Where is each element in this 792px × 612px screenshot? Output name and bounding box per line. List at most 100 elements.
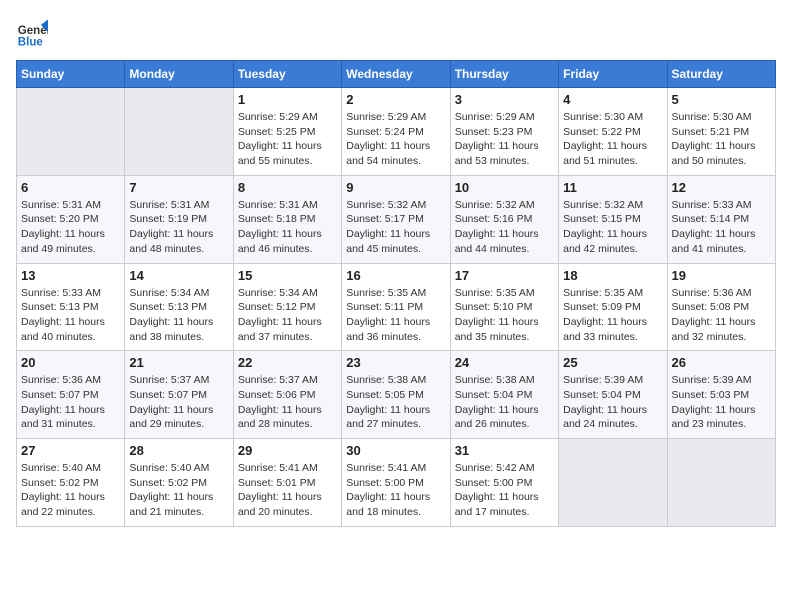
day-info: Sunrise: 5:31 AMSunset: 5:19 PMDaylight:… bbox=[129, 198, 228, 257]
col-header-friday: Friday bbox=[559, 61, 667, 88]
calendar-cell: 23 Sunrise: 5:38 AMSunset: 5:05 PMDayligh… bbox=[342, 351, 450, 439]
day-info: Sunrise: 5:42 AMSunset: 5:00 PMDaylight:… bbox=[455, 461, 554, 520]
calendar-cell: 9 Sunrise: 5:32 AMSunset: 5:17 PMDaylight… bbox=[342, 175, 450, 263]
calendar-week-2: 6 Sunrise: 5:31 AMSunset: 5:20 PMDaylight… bbox=[17, 175, 776, 263]
calendar-cell: 31 Sunrise: 5:42 AMSunset: 5:00 PMDayligh… bbox=[450, 439, 558, 527]
calendar-cell: 25Sunrise: 5:39 AMSunset: 5:04 PMDayligh… bbox=[559, 351, 667, 439]
calendar-cell bbox=[125, 88, 233, 176]
calendar-cell: 5 Sunrise: 5:30 AMSunset: 5:21 PMDaylight… bbox=[667, 88, 775, 176]
calendar-cell bbox=[17, 88, 125, 176]
day-info: Sunrise: 5:29 AMSunset: 5:25 PMDaylight:… bbox=[238, 110, 337, 169]
day-number: 6 bbox=[21, 180, 120, 195]
day-number: 5 bbox=[672, 92, 771, 107]
day-info: Sunrise: 5:39 AMSunset: 5:03 PMDaylight:… bbox=[672, 373, 771, 432]
day-number: 9 bbox=[346, 180, 445, 195]
col-header-tuesday: Tuesday bbox=[233, 61, 341, 88]
day-info: Sunrise: 5:36 AMSunset: 5:07 PMDaylight:… bbox=[21, 373, 120, 432]
day-info: Sunrise: 5:35 AMSunset: 5:09 PMDaylight:… bbox=[563, 286, 662, 345]
day-info: Sunrise: 5:40 AMSunset: 5:02 PMDaylight:… bbox=[21, 461, 120, 520]
day-number: 1 bbox=[238, 92, 337, 107]
day-info: Sunrise: 5:39 AMSunset: 5:04 PMDaylight:… bbox=[563, 373, 662, 432]
day-number: 18 bbox=[563, 268, 662, 283]
calendar-table: SundayMondayTuesdayWednesdayThursdayFrid… bbox=[16, 60, 776, 527]
calendar-cell: 12Sunrise: 5:33 AMSunset: 5:14 PMDayligh… bbox=[667, 175, 775, 263]
day-number: 13 bbox=[21, 268, 120, 283]
day-info: Sunrise: 5:35 AMSunset: 5:10 PMDaylight:… bbox=[455, 286, 554, 345]
day-number: 16 bbox=[346, 268, 445, 283]
day-number: 3 bbox=[455, 92, 554, 107]
calendar-cell: 29 Sunrise: 5:41 AMSunset: 5:01 PMDayligh… bbox=[233, 439, 341, 527]
calendar-cell bbox=[667, 439, 775, 527]
day-info: Sunrise: 5:41 AMSunset: 5:01 PMDaylight:… bbox=[238, 461, 337, 520]
day-number: 30 bbox=[346, 443, 445, 458]
day-number: 12 bbox=[672, 180, 771, 195]
calendar-week-1: 1 Sunrise: 5:29 AMSunset: 5:25 PMDaylight… bbox=[17, 88, 776, 176]
col-header-saturday: Saturday bbox=[667, 61, 775, 88]
calendar-cell: 13Sunrise: 5:33 AMSunset: 5:13 PMDayligh… bbox=[17, 263, 125, 351]
calendar-cell: 2 Sunrise: 5:29 AMSunset: 5:24 PMDaylight… bbox=[342, 88, 450, 176]
calendar-cell: 16 Sunrise: 5:35 AMSunset: 5:11 PMDayligh… bbox=[342, 263, 450, 351]
calendar-cell: 28Sunrise: 5:40 AMSunset: 5:02 PMDayligh… bbox=[125, 439, 233, 527]
day-info: Sunrise: 5:35 AMSunset: 5:11 PMDaylight:… bbox=[346, 286, 445, 345]
day-number: 24 bbox=[455, 355, 554, 370]
calendar-cell: 3Sunrise: 5:29 AMSunset: 5:23 PMDaylight… bbox=[450, 88, 558, 176]
col-header-monday: Monday bbox=[125, 61, 233, 88]
day-number: 27 bbox=[21, 443, 120, 458]
calendar-cell: 15 Sunrise: 5:34 AMSunset: 5:12 PMDayligh… bbox=[233, 263, 341, 351]
calendar-cell: 30 Sunrise: 5:41 AMSunset: 5:00 PMDayligh… bbox=[342, 439, 450, 527]
day-info: Sunrise: 5:32 AMSunset: 5:15 PMDaylight:… bbox=[563, 198, 662, 257]
day-info: Sunrise: 5:34 AMSunset: 5:12 PMDaylight:… bbox=[238, 286, 337, 345]
col-header-thursday: Thursday bbox=[450, 61, 558, 88]
calendar-cell: 10Sunrise: 5:32 AMSunset: 5:16 PMDayligh… bbox=[450, 175, 558, 263]
day-number: 2 bbox=[346, 92, 445, 107]
day-number: 20 bbox=[21, 355, 120, 370]
day-info: Sunrise: 5:30 AMSunset: 5:22 PMDaylight:… bbox=[563, 110, 662, 169]
calendar-cell: 1 Sunrise: 5:29 AMSunset: 5:25 PMDaylight… bbox=[233, 88, 341, 176]
calendar-cell: 27 Sunrise: 5:40 AMSunset: 5:02 PMDayligh… bbox=[17, 439, 125, 527]
day-info: Sunrise: 5:37 AMSunset: 5:07 PMDaylight:… bbox=[129, 373, 228, 432]
day-number: 23 bbox=[346, 355, 445, 370]
day-info: Sunrise: 5:30 AMSunset: 5:21 PMDaylight:… bbox=[672, 110, 771, 169]
calendar-cell: 11 Sunrise: 5:32 AMSunset: 5:15 PMDayligh… bbox=[559, 175, 667, 263]
page-header: General Blue bbox=[16, 16, 776, 48]
calendar-cell: 22 Sunrise: 5:37 AMSunset: 5:06 PMDayligh… bbox=[233, 351, 341, 439]
day-number: 17 bbox=[455, 268, 554, 283]
calendar-cell: 7 Sunrise: 5:31 AMSunset: 5:19 PMDaylight… bbox=[125, 175, 233, 263]
day-number: 21 bbox=[129, 355, 228, 370]
day-info: Sunrise: 5:40 AMSunset: 5:02 PMDaylight:… bbox=[129, 461, 228, 520]
day-info: Sunrise: 5:41 AMSunset: 5:00 PMDaylight:… bbox=[346, 461, 445, 520]
day-info: Sunrise: 5:36 AMSunset: 5:08 PMDaylight:… bbox=[672, 286, 771, 345]
logo-icon: General Blue bbox=[16, 16, 48, 48]
day-number: 29 bbox=[238, 443, 337, 458]
day-number: 11 bbox=[563, 180, 662, 195]
calendar-week-5: 27 Sunrise: 5:40 AMSunset: 5:02 PMDayligh… bbox=[17, 439, 776, 527]
calendar-cell: 24Sunrise: 5:38 AMSunset: 5:04 PMDayligh… bbox=[450, 351, 558, 439]
day-number: 19 bbox=[672, 268, 771, 283]
day-info: Sunrise: 5:32 AMSunset: 5:16 PMDaylight:… bbox=[455, 198, 554, 257]
col-header-sunday: Sunday bbox=[17, 61, 125, 88]
svg-text:Blue: Blue bbox=[18, 36, 44, 48]
calendar-cell: 20 Sunrise: 5:36 AMSunset: 5:07 PMDayligh… bbox=[17, 351, 125, 439]
day-number: 14 bbox=[129, 268, 228, 283]
day-number: 7 bbox=[129, 180, 228, 195]
calendar-week-4: 20 Sunrise: 5:36 AMSunset: 5:07 PMDayligh… bbox=[17, 351, 776, 439]
calendar-cell: 18 Sunrise: 5:35 AMSunset: 5:09 PMDayligh… bbox=[559, 263, 667, 351]
day-info: Sunrise: 5:34 AMSunset: 5:13 PMDaylight:… bbox=[129, 286, 228, 345]
day-info: Sunrise: 5:38 AMSunset: 5:05 PMDaylight:… bbox=[346, 373, 445, 432]
day-info: Sunrise: 5:37 AMSunset: 5:06 PMDaylight:… bbox=[238, 373, 337, 432]
calendar-cell: 19 Sunrise: 5:36 AMSunset: 5:08 PMDayligh… bbox=[667, 263, 775, 351]
day-number: 8 bbox=[238, 180, 337, 195]
day-info: Sunrise: 5:29 AMSunset: 5:24 PMDaylight:… bbox=[346, 110, 445, 169]
calendar-cell: 8 Sunrise: 5:31 AMSunset: 5:18 PMDaylight… bbox=[233, 175, 341, 263]
logo: General Blue bbox=[16, 16, 52, 48]
day-info: Sunrise: 5:31 AMSunset: 5:20 PMDaylight:… bbox=[21, 198, 120, 257]
calendar-week-3: 13Sunrise: 5:33 AMSunset: 5:13 PMDayligh… bbox=[17, 263, 776, 351]
day-number: 22 bbox=[238, 355, 337, 370]
col-header-wednesday: Wednesday bbox=[342, 61, 450, 88]
day-info: Sunrise: 5:31 AMSunset: 5:18 PMDaylight:… bbox=[238, 198, 337, 257]
calendar-cell: 14 Sunrise: 5:34 AMSunset: 5:13 PMDayligh… bbox=[125, 263, 233, 351]
day-number: 15 bbox=[238, 268, 337, 283]
calendar-cell: 6 Sunrise: 5:31 AMSunset: 5:20 PMDaylight… bbox=[17, 175, 125, 263]
day-number: 31 bbox=[455, 443, 554, 458]
day-info: Sunrise: 5:32 AMSunset: 5:17 PMDaylight:… bbox=[346, 198, 445, 257]
